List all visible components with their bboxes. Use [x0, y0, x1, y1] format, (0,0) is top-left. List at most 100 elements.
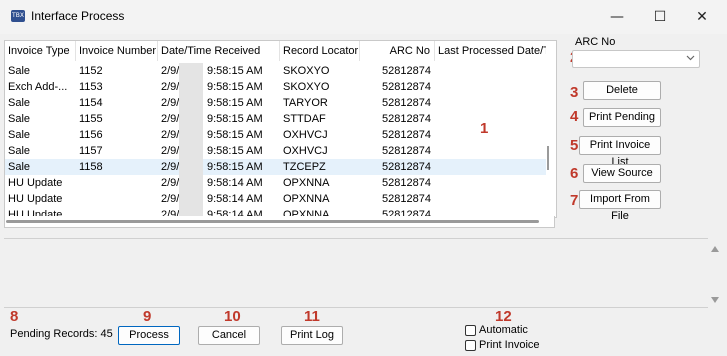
redaction-mask: [179, 159, 203, 175]
cell-record-locator: STTDAF: [283, 113, 326, 125]
cell-invoice-number: 1153: [79, 81, 103, 93]
cell-invoice-number: [76, 191, 158, 207]
import-from-file-button[interactable]: Import From File: [579, 190, 661, 222]
table-row[interactable]: HU Update 2/9/9:58:14 AM OPXNNA 52812874: [5, 191, 546, 207]
column-header-date-received[interactable]: Date/Time Received: [158, 41, 280, 61]
log-area[interactable]: [4, 238, 724, 308]
cell-time: 9:58:15 AM: [207, 97, 263, 109]
cell-record-locator: TARYOR: [283, 97, 328, 109]
cell-arc-no: 52812874: [382, 161, 431, 173]
cell-time: 9:58:14 AM: [207, 177, 263, 189]
print-pending-button[interactable]: Print Pending: [583, 108, 661, 127]
chevron-down-icon: [686, 55, 695, 61]
cell-arc-no: 52812874: [382, 81, 431, 93]
cell-time: 9:58:14 AM: [207, 193, 263, 205]
redaction-mask: [179, 63, 203, 79]
cell-time: 9:58:15 AM: [207, 81, 263, 93]
redaction-mask: [179, 143, 203, 159]
arc-no-label: ARC No: [575, 36, 616, 48]
cell-arc-no: 52812874: [382, 177, 431, 189]
redaction-mask: [179, 111, 203, 127]
cell-arc-no: 52812874: [382, 113, 431, 125]
cell-invoice-type: Sale: [8, 97, 31, 109]
table-row[interactable]: Sale 1157 2/9/9:58:15 AM OXHVCJ 52812874: [5, 143, 546, 159]
redaction-mask: [179, 191, 203, 207]
callout-1: 1: [480, 120, 489, 137]
grid-horizontal-thumb[interactable]: [6, 220, 539, 223]
cell-arc-no: 52812874: [382, 129, 431, 141]
cell-record-locator: OPXNNA: [283, 177, 330, 189]
cell-invoice-number: 1155: [79, 113, 103, 125]
cell-arc-no: 52812874: [382, 97, 431, 109]
callout-6: 6: [570, 165, 579, 182]
column-header-last-processed[interactable]: Last Processed Date/Tir: [435, 41, 546, 61]
down-arrow-icon[interactable]: [711, 297, 719, 303]
column-header-invoice-number[interactable]: Invoice Number: [76, 41, 158, 61]
cell-time: 9:58:15 AM: [207, 161, 263, 173]
cell-invoice-number: 1158: [79, 161, 103, 173]
app-icon: TBX: [11, 10, 25, 22]
table-row[interactable]: Sale 1156 2/9/9:58:15 AM OXHVCJ 52812874: [5, 127, 546, 143]
cell-invoice-number: 1157: [79, 145, 103, 157]
cell-invoice-type: HU Update: [8, 177, 63, 189]
invoice-grid[interactable]: Invoice Type Invoice Number Date/Time Re…: [4, 40, 557, 218]
arc-no-dropdown[interactable]: [572, 50, 700, 68]
callout-11: 11: [304, 308, 320, 325]
cell-arc-no: 52812874: [382, 193, 431, 205]
print-invoice-list-button[interactable]: Print Invoice List: [579, 136, 661, 168]
cell-invoice-type: Sale: [8, 113, 31, 125]
callout-5: 5: [570, 137, 579, 154]
grid-scroll-thumb[interactable]: [547, 146, 549, 170]
callout-4: 4: [570, 108, 579, 125]
table-row[interactable]: Sale 1154 2/9/9:58:15 AM TARYOR 52812874: [5, 95, 546, 111]
automatic-checkbox[interactable]: [465, 325, 476, 336]
table-row[interactable]: Sale 1152 2/9/9:58:15 AM SKOXYO 52812874: [5, 63, 546, 79]
table-row[interactable]: Exch Add-... 1153 2/9/9:58:15 AM SKOXYO 5281…: [5, 79, 546, 95]
column-header-record-locator[interactable]: Record Locator: [280, 41, 360, 61]
callout-3: 3: [570, 84, 579, 101]
print-invoice-checkbox[interactable]: [465, 340, 476, 351]
close-button[interactable]: ✕: [682, 5, 722, 29]
cell-invoice-type: Sale: [8, 65, 31, 77]
cell-invoice-number: 1152: [79, 65, 103, 77]
callout-8: 8: [10, 308, 19, 325]
redaction-mask: [179, 79, 203, 95]
cell-invoice-type: Sale: [8, 161, 31, 173]
process-button[interactable]: Process: [118, 326, 180, 345]
redaction-mask: [179, 127, 203, 143]
cancel-button[interactable]: Cancel: [198, 326, 260, 345]
callout-12: 12: [495, 308, 512, 325]
cell-invoice-type: Sale: [8, 129, 31, 141]
delete-button[interactable]: Delete: [583, 81, 661, 100]
cell-time: 9:58:15 AM: [207, 145, 263, 157]
window-title: Interface Process: [31, 9, 125, 23]
pending-records-text: Pending Records: 45: [10, 328, 113, 340]
cell-record-locator: SKOXYO: [283, 65, 330, 77]
table-row[interactable]: Sale 1158 2/9/9:58:15 AM TZCEPZ 52812874: [5, 159, 546, 175]
column-header-invoice-type[interactable]: Invoice Type: [5, 41, 76, 61]
maximize-button[interactable]: ☐: [640, 5, 680, 29]
cell-arc-no: 52812874: [382, 145, 431, 157]
callout-10: 10: [224, 308, 241, 325]
cell-record-locator: TZCEPZ: [283, 161, 326, 173]
table-row[interactable]: Sale 1155 2/9/9:58:15 AM STTDAF 52812874: [5, 111, 546, 127]
automatic-label: Automatic: [479, 324, 528, 336]
cell-record-locator: OXHVCJ: [283, 145, 328, 157]
cell-time: 9:58:15 AM: [207, 113, 263, 125]
view-source-button[interactable]: View Source: [583, 164, 661, 183]
cell-record-locator: OXHVCJ: [283, 129, 328, 141]
print-log-button[interactable]: Print Log: [281, 326, 343, 345]
cell-invoice-type: Exch Add-...: [8, 81, 68, 93]
column-header-arc-no[interactable]: ARC No: [360, 41, 435, 61]
cell-time: 9:58:15 AM: [207, 65, 263, 77]
cell-invoice-number: 1156: [79, 129, 103, 141]
cell-invoice-type: HU Update: [8, 193, 63, 205]
redaction-mask: [179, 95, 203, 111]
redaction-mask: [179, 175, 203, 191]
cell-record-locator: SKOXYO: [283, 81, 330, 93]
cell-invoice-number: [76, 175, 158, 191]
up-arrow-icon[interactable]: [711, 246, 719, 252]
callout-7: 7: [570, 192, 579, 209]
table-row[interactable]: HU Update 2/9/9:58:14 AM OPXNNA 52812874: [5, 175, 546, 191]
minimize-button[interactable]: —: [597, 5, 637, 29]
